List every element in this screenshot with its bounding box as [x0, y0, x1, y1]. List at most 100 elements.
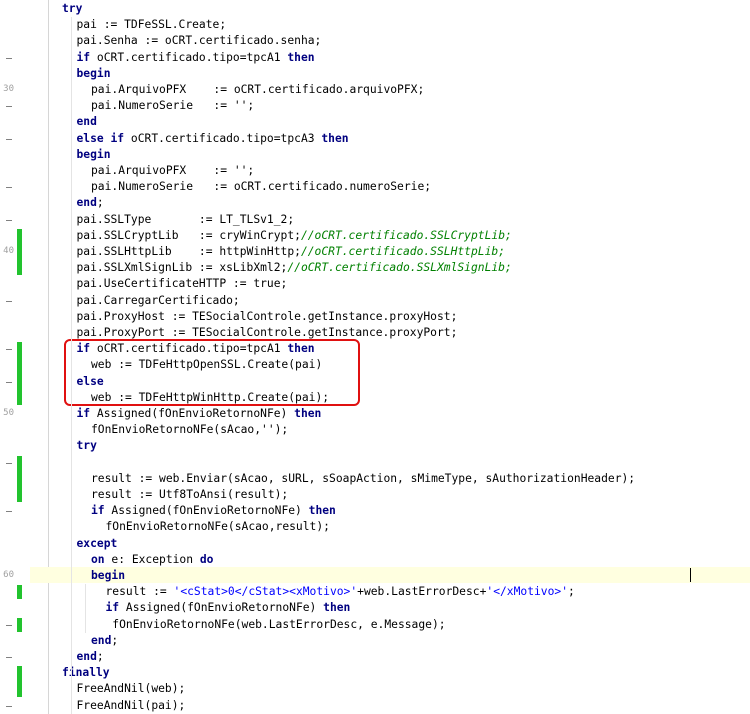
code-line[interactable]: pai.NumeroSerie := ''; — [0, 98, 750, 114]
text-caret — [690, 568, 691, 582]
code-line[interactable]: fOnEnvioRetornoNFe(sAcao,''); — [0, 422, 750, 438]
keyword-token: begin — [91, 569, 126, 582]
code-line[interactable]: result := '<cStat>0</cStat><xMotivo>'+we… — [0, 584, 750, 600]
code-token: result := Utf8ToAnsi(result); — [91, 488, 289, 501]
code-line[interactable]: on e: Exception do — [0, 552, 750, 568]
code-token: ; — [96, 196, 104, 210]
comment-token: //oCRT.certificado.SSLHttpLib; — [300, 245, 505, 258]
code-line[interactable]: result := Utf8ToAnsi(result); — [0, 487, 750, 503]
keyword-token: begin — [76, 147, 111, 161]
code-line[interactable]: try — [0, 1, 750, 17]
code-line[interactable]: try — [0, 438, 750, 454]
code-token: pai.ProxyHost := TESocialControle.getIns… — [76, 309, 458, 323]
code-token: oCRT.certificado.tipo=tpcA1 — [90, 50, 288, 64]
code-line[interactable]: pai.CarregarCertificado; — [0, 293, 750, 309]
code-line[interactable]: FreeAndNil(web); — [0, 681, 750, 697]
keyword-token: if — [91, 504, 105, 518]
code-token: pai.ProxyPort := TESocialControle.getIns… — [76, 326, 458, 339]
code-token: pai.SSLHttpLib := httpWinHttp; — [76, 245, 301, 258]
code-line[interactable]: except — [0, 536, 750, 552]
keyword-token: try — [76, 439, 97, 453]
code-token: pai := TDFeSSL.Create; — [76, 18, 227, 32]
code-token: ; — [96, 650, 104, 663]
code-line[interactable]: pai.SSLCryptLib := cryWinCrypt;//oCRT.ce… — [0, 228, 750, 244]
code-line[interactable]: end; — [0, 649, 750, 665]
code-line[interactable]: pai.SSLHttpLib := httpWinHttp;//oCRT.cer… — [0, 244, 750, 260]
code-line[interactable]: finally — [0, 665, 750, 681]
keyword-token: do — [199, 552, 214, 566]
keyword-token: if — [105, 601, 120, 615]
keyword-token: end — [91, 633, 112, 647]
keyword-token: if — [76, 50, 91, 64]
code-token: pai.SSLType := LT_TLSv1_2; — [76, 212, 295, 226]
keyword-token: on — [91, 552, 105, 566]
code-token: fOnEnvioRetornoNFe(web.LastErrorDesc, e.… — [105, 617, 446, 631]
keyword-token: except — [76, 536, 118, 550]
code-token: ; — [111, 633, 119, 647]
code-token: pai.ArquivoPFX := oCRT.certificado.arqui… — [91, 83, 425, 96]
keyword-token: else if — [76, 131, 125, 145]
code-line[interactable]: pai.SSLType := LT_TLSv1_2; — [0, 212, 750, 228]
keyword-token: end — [76, 196, 97, 210]
code-token: oCRT.certificado.tipo=tpcA3 — [124, 131, 322, 145]
keyword-token: then — [323, 601, 351, 615]
code-line[interactable]: pai.UseCertificateHTTP := true; — [0, 276, 750, 292]
code-token: Assigned(fOnEnvioRetornoNFe) — [104, 504, 309, 518]
code-token: pai.CarregarCertificado; — [76, 293, 240, 307]
code-line[interactable]: pai.ArquivoPFX := ''; — [0, 163, 750, 179]
code-line[interactable]: begin — [0, 66, 750, 82]
code-token: pai.NumeroSerie := ''; — [91, 99, 255, 113]
indent-guide — [70, 162, 72, 196]
code-line[interactable]: FreeAndNil(pai); — [0, 698, 750, 714]
code-token: pai.ArquivoPFX := ''; — [91, 164, 255, 177]
code-token: pai.SSLCryptLib := cryWinCrypt; — [76, 228, 301, 242]
keyword-token: then — [321, 131, 349, 145]
code-line[interactable]: pai.NumeroSerie := oCRT.certificado.nume… — [0, 179, 750, 195]
string-token: '</xMotivo>' — [486, 585, 569, 599]
code-line[interactable]: pai.ArquivoPFX := oCRT.certificado.arqui… — [0, 82, 750, 98]
code-line[interactable]: end; — [0, 633, 750, 649]
highlight-annotation-box — [64, 339, 360, 406]
code-token: pai.SSLXmlSignLib := xsLibXml2; — [76, 261, 288, 275]
code-line[interactable] — [0, 455, 750, 471]
string-token: '<cStat>0</cStat><xMotivo>' — [173, 585, 358, 599]
comment-token: //oCRT.certificado.SSLXmlSignLib; — [287, 261, 512, 275]
code-token: ; — [568, 585, 575, 599]
keyword-token: finally — [62, 666, 110, 680]
keyword-token: end — [76, 115, 97, 129]
code-line[interactable]: end — [0, 114, 750, 130]
comment-token: //oCRT.certificado.SSLCryptLib; — [300, 228, 512, 242]
keyword-token: begin — [76, 66, 111, 80]
code-line[interactable]: pai.Senha := oCRT.certificado.senha; — [0, 33, 750, 49]
code-token: result := web.Enviar(sAcao, sURL, sSoapA… — [91, 471, 636, 485]
code-token: pai.Senha := oCRT.certificado.senha; — [76, 34, 322, 48]
code-line[interactable]: begin — [0, 147, 750, 163]
code-line[interactable]: if Assigned(fOnEnvioRetornoNFe) then — [0, 503, 750, 519]
keyword-token: then — [287, 50, 315, 64]
code-token: FreeAndNil(web); — [76, 682, 186, 696]
indent-guide — [70, 454, 72, 666]
code-line[interactable]: pai := TDFeSSL.Create; — [0, 17, 750, 33]
code-line[interactable]: if Assigned(fOnEnvioRetornoNFe) then — [0, 600, 750, 616]
code-line[interactable]: if oCRT.certificado.tipo=tpcA1 then — [0, 50, 750, 66]
code-line[interactable]: end; — [0, 195, 750, 211]
code-line[interactable]: pai.ProxyHost := TESocialControle.getIns… — [0, 309, 750, 325]
code-token: +web.LastErrorDesc+ — [357, 585, 487, 599]
keyword-token: try — [62, 2, 83, 15]
code-token: fOnEnvioRetornoNFe(sAcao,result); — [105, 520, 330, 534]
keyword-token: end — [76, 650, 97, 663]
code-line[interactable]: fOnEnvioRetornoNFe(sAcao,result); — [0, 519, 750, 535]
code-line[interactable]: result := web.Enviar(sAcao, sURL, sSoapA… — [0, 471, 750, 487]
code-line[interactable]: else if oCRT.certificado.tipo=tpcA3 then — [0, 131, 750, 147]
code-token: Assigned(fOnEnvioRetornoNFe) — [90, 407, 295, 420]
code-line[interactable]: if Assigned(fOnEnvioRetornoNFe) then — [0, 406, 750, 422]
code-token: result := — [105, 585, 174, 599]
code-line[interactable]: pai.SSLXmlSignLib := xsLibXml2;//oCRT.ce… — [0, 260, 750, 276]
code-token: fOnEnvioRetornoNFe(sAcao,''); — [91, 423, 289, 437]
code-line[interactable]: begin — [0, 568, 750, 584]
code-token: pai.NumeroSerie := oCRT.certificado.nume… — [91, 180, 432, 194]
code-line[interactable]: fOnEnvioRetornoNFe(web.LastErrorDesc, e.… — [0, 617, 750, 633]
code-token: pai.UseCertificateHTTP := true; — [76, 277, 288, 291]
indent-guide — [85, 584, 86, 633]
keyword-token: if — [76, 407, 91, 420]
